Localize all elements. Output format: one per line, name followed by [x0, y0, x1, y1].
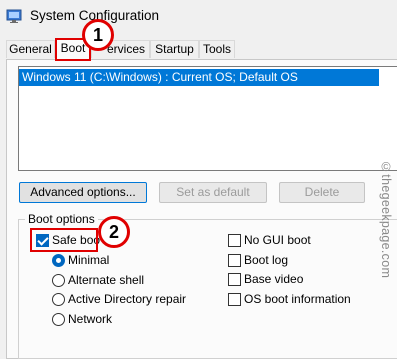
delete-label: Delete: [304, 185, 340, 199]
advanced-options-button[interactable]: Advanced options...: [19, 182, 147, 203]
boot-options-label: Boot options: [25, 212, 98, 226]
active-directory-repair-radio[interactable]: [52, 293, 65, 306]
callout-2: 2: [98, 216, 130, 248]
boot-log-checkbox[interactable]: [228, 254, 241, 267]
base-video-label[interactable]: Base video: [244, 272, 303, 286]
os-boot-information-checkbox[interactable]: [228, 293, 241, 306]
delete-button[interactable]: Delete: [279, 182, 365, 203]
system-config-icon: [6, 9, 22, 23]
no-gui-boot-label[interactable]: No GUI boot: [244, 233, 311, 247]
tab-tools[interactable]: Tools: [199, 40, 235, 58]
active-directory-repair-label[interactable]: Active Directory repair: [68, 292, 186, 306]
network-radio[interactable]: [52, 313, 65, 326]
advanced-options-label: Advanced options...: [30, 185, 136, 199]
minimal-radio[interactable]: [52, 254, 65, 267]
tab-general[interactable]: General: [6, 40, 55, 58]
alternate-shell-label[interactable]: Alternate shell: [68, 273, 144, 287]
os-list-item-selected[interactable]: Windows 11 (C:\Windows) : Current OS; De…: [19, 69, 379, 86]
safe-boot-highlight: [30, 228, 98, 252]
no-gui-boot-checkbox[interactable]: [228, 234, 241, 247]
watermark-text: ©thegeekpage.com: [379, 160, 393, 279]
boot-log-label[interactable]: Boot log: [244, 253, 288, 267]
minimal-label[interactable]: Minimal: [68, 253, 109, 267]
alternate-shell-radio[interactable]: [52, 274, 65, 287]
os-boot-information-label[interactable]: OS boot information: [244, 292, 351, 306]
set-as-default-label: Set as default: [176, 185, 250, 199]
set-as-default-button[interactable]: Set as default: [159, 182, 267, 203]
tab-startup[interactable]: Startup: [150, 40, 199, 58]
base-video-checkbox[interactable]: [228, 273, 241, 286]
network-label[interactable]: Network: [68, 312, 112, 326]
callout-1: 1: [82, 19, 114, 51]
